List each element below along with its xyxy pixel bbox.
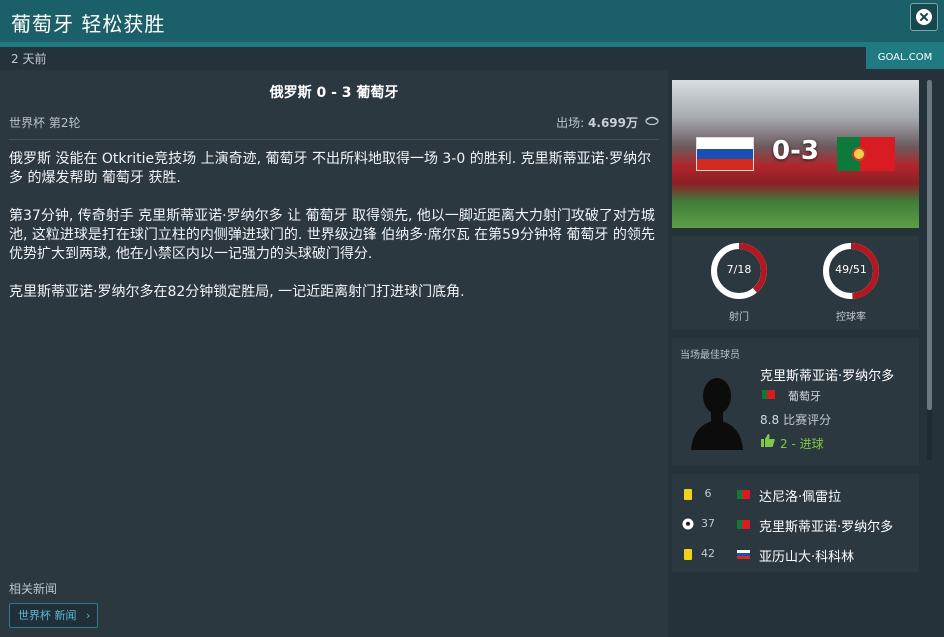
- player-avatar: [691, 378, 743, 450]
- event-row[interactable]: 37 克里斯蒂亚诺·罗纳尔多: [672, 513, 919, 537]
- player-of-match-card[interactable]: 当场最佳球员 克里斯蒂亚诺·罗纳尔多 葡萄牙 8.8 比赛评分 2 - 进球: [672, 338, 919, 466]
- attendance-value: 4.699万: [588, 116, 638, 130]
- rating-value: 8.8: [760, 413, 780, 427]
- portugal-flag-icon: [762, 390, 775, 399]
- event-minute: 37: [701, 517, 715, 530]
- event-player[interactable]: 克里斯蒂亚诺·罗纳尔多: [759, 516, 893, 535]
- player-name[interactable]: 克里斯蒂亚诺·罗纳尔多: [760, 365, 894, 384]
- world-cup-news-button[interactable]: 世界杯 新闻 ›: [9, 603, 98, 628]
- score-card: 0-3: [672, 80, 919, 228]
- attendance: 出场: 4.699万: [458, 114, 638, 131]
- event-player[interactable]: 达尼洛·佩雷拉: [759, 486, 841, 505]
- event-row[interactable]: 6 达尼洛·佩雷拉: [672, 483, 919, 507]
- portugal-flag-icon: [737, 490, 750, 499]
- stats-card: 7/18 射门 49/51 控球率: [672, 236, 919, 330]
- shots-value: 7/18: [726, 263, 752, 276]
- related-news-label: 相关新闻: [9, 582, 58, 596]
- competition-label[interactable]: 世界杯 第2轮: [9, 114, 80, 131]
- player-of-match-header: 当场最佳球员: [680, 350, 740, 361]
- thumbs-up-icon: [761, 434, 775, 447]
- portugal-flag-icon: [737, 520, 750, 529]
- possession-ring: 49/51: [821, 241, 881, 301]
- header-accent-bar: [0, 42, 944, 47]
- close-icon: [916, 9, 932, 25]
- shots-ring: 7/18: [709, 241, 769, 301]
- event-row[interactable]: 42 亚历山大·科科林: [672, 543, 919, 567]
- possession-value: 49/51: [835, 263, 867, 276]
- article-paragraph: 第37分钟, 传奇射手 克里斯蒂亚诺·罗纳尔多 让 葡萄牙 取得领先, 他以一脚…: [9, 208, 655, 262]
- article-body: 俄罗斯 没能在 Otkritie竞技场 上演奇迹, 葡萄牙 不出所料地取得一场 …: [9, 150, 659, 321]
- yellow-card-icon: [684, 489, 692, 500]
- scrollbar-thumb[interactable]: [927, 80, 932, 410]
- player-team[interactable]: 葡萄牙: [788, 388, 821, 404]
- event-minute: 42: [701, 547, 715, 560]
- match-events: 6 达尼洛·佩雷拉 37 克里斯蒂亚诺·罗纳尔多 42 亚历山大·科科林: [672, 474, 919, 572]
- article-paragraph: 俄罗斯 没能在 Otkritie竞技场 上演奇迹, 葡萄牙 不出所料地取得一场 …: [9, 151, 652, 186]
- page-title: 葡萄牙 轻松获胜: [11, 12, 166, 36]
- article-panel: 俄罗斯 0 - 3 葡萄牙 世界杯 第2轮 出场: 4.699万 俄罗斯 没能在…: [0, 70, 668, 637]
- russia-flag-icon: [737, 550, 750, 559]
- football-icon: [682, 518, 694, 530]
- stadium-icon: [645, 116, 659, 125]
- attendance-label: 出场:: [556, 116, 585, 130]
- yellow-card-icon: [684, 549, 692, 560]
- possession-caption: 控球率: [836, 312, 866, 323]
- header-bar: 葡萄牙 轻松获胜: [0, 0, 944, 42]
- shots-caption: 射门: [729, 312, 749, 323]
- event-minute: 6: [704, 487, 712, 500]
- portugal-flag: [837, 137, 895, 171]
- event-player[interactable]: 亚历山大·科科林: [759, 546, 854, 565]
- source-link[interactable]: GOAL.COM: [866, 47, 944, 69]
- match-rating: 8.8 比赛评分: [760, 411, 831, 428]
- time-ago: 2 天前: [11, 52, 47, 66]
- close-button[interactable]: [910, 3, 938, 31]
- rating-label: 比赛评分: [783, 413, 832, 427]
- goals-count: 2 - 进球: [780, 437, 824, 451]
- match-title: 俄罗斯 0 - 3 葡萄牙: [269, 85, 399, 101]
- divider: [9, 139, 659, 140]
- world-cup-news-label: 世界杯 新闻: [18, 609, 77, 622]
- article-paragraph: 克里斯蒂亚诺·罗纳尔多在82分钟锁定胜局, 一记近距离射门打进球门底角.: [9, 284, 465, 300]
- chevron-right-icon: ›: [86, 609, 91, 622]
